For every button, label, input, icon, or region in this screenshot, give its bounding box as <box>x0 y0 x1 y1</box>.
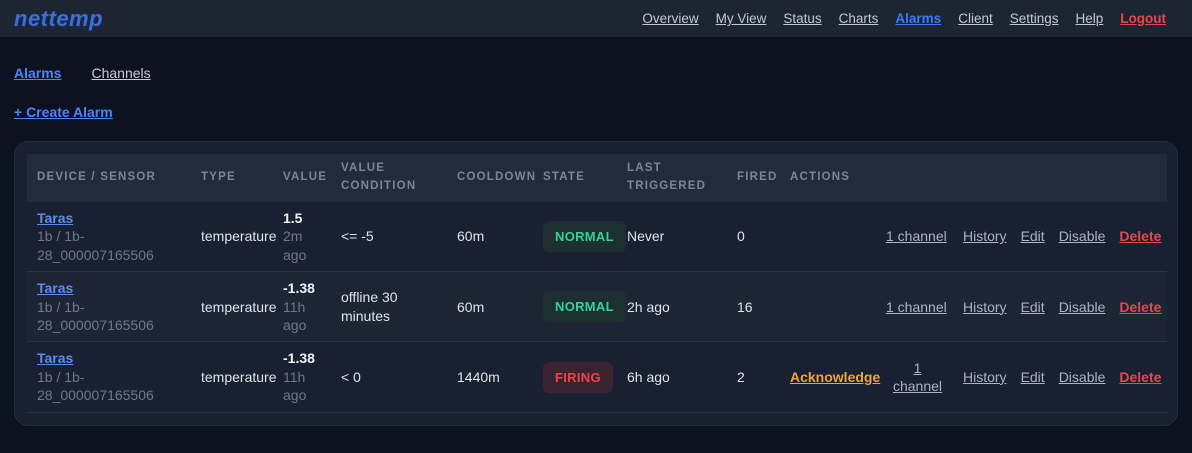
disable-link[interactable]: Disable <box>1059 227 1106 245</box>
cell-value: 1.5 2m ago <box>273 202 331 272</box>
channel-link[interactable]: 1 channel <box>886 228 947 244</box>
history-link[interactable]: History <box>963 298 1007 316</box>
status-badge: NORMAL <box>543 291 626 322</box>
sensor-value: 1.5 <box>283 209 321 227</box>
brand-logo[interactable]: nettemp <box>14 6 103 32</box>
status-badge: FIRING <box>543 362 613 393</box>
history-link[interactable]: History <box>963 227 1007 245</box>
disable-link[interactable]: Disable <box>1059 368 1106 386</box>
delete-link[interactable]: Delete <box>1119 227 1161 245</box>
col-device-sensor: DEVICE / SENSOR <box>27 154 191 202</box>
nav-alarms[interactable]: Alarms <box>895 11 941 26</box>
nav-help[interactable]: Help <box>1076 11 1104 26</box>
cell-state: FIRING <box>533 342 617 412</box>
nav-logout[interactable]: Logout <box>1120 11 1166 26</box>
cell-actions: Acknowledge 1 channel History Edit Disab… <box>780 342 1167 412</box>
cell-type: temperature <box>191 202 273 272</box>
actions-group: 1 channel History Edit Disable Delete <box>790 298 1157 316</box>
cell-cooldown: 60m <box>447 202 533 272</box>
device-link[interactable]: Taras <box>37 350 73 366</box>
cell-last-triggered: 2h ago <box>617 272 727 342</box>
edit-link[interactable]: Edit <box>1021 368 1045 386</box>
alarms-table: DEVICE / SENSOR TYPE VALUE VALUE CONDITI… <box>27 154 1167 413</box>
cell-last-triggered: 6h ago <box>617 342 727 412</box>
topbar: nettemp Overview My View Status Charts A… <box>0 0 1192 38</box>
actions-group: 1 channel History Edit Disable Delete <box>790 227 1157 245</box>
subnav-alarms[interactable]: Alarms <box>14 65 61 81</box>
col-value-condition: VALUE CONDITION <box>331 154 447 202</box>
col-state: STATE <box>533 154 617 202</box>
subnav-channels[interactable]: Channels <box>91 65 150 81</box>
actions-group: Acknowledge 1 channel History Edit Disab… <box>790 359 1157 396</box>
cell-device-sensor: Taras 1b / 1b-28_000007165506 <box>27 202 191 272</box>
col-fired: FIRED <box>727 154 780 202</box>
cell-value: -1.38 11h ago <box>273 272 331 342</box>
cell-actions: 1 channel History Edit Disable Delete <box>780 202 1167 272</box>
table-row: Taras 1b / 1b-28_000007165506 temperatur… <box>27 342 1167 412</box>
alarms-card: DEVICE / SENSOR TYPE VALUE VALUE CONDITI… <box>14 141 1178 426</box>
channel-link[interactable]: 1 channel <box>893 359 943 396</box>
table-row: Taras 1b / 1b-28_000007165506 temperatur… <box>27 272 1167 342</box>
nav-my-view[interactable]: My View <box>716 11 767 26</box>
disable-link[interactable]: Disable <box>1059 298 1106 316</box>
cell-device-sensor: Taras 1b / 1b-28_000007165506 <box>27 342 191 412</box>
page-content: Alarms Channels + Create Alarm DEVICE / … <box>0 65 1192 426</box>
cell-device-sensor: Taras 1b / 1b-28_000007165506 <box>27 272 191 342</box>
acknowledge-link[interactable]: Acknowledge <box>790 369 880 385</box>
status-badge: NORMAL <box>543 221 626 252</box>
sensor-value: -1.38 <box>283 279 321 297</box>
cell-last-triggered: Never <box>617 202 727 272</box>
edit-link[interactable]: Edit <box>1021 227 1045 245</box>
cell-condition: <= -5 <box>331 202 447 272</box>
sensor-id: 1b / 1b-28_000007165506 <box>37 298 181 335</box>
cell-cooldown: 1440m <box>447 342 533 412</box>
nav-status[interactable]: Status <box>783 11 821 26</box>
cell-state: NORMAL <box>533 272 617 342</box>
create-alarm-link[interactable]: + Create Alarm <box>14 104 113 120</box>
nav-settings[interactable]: Settings <box>1010 11 1059 26</box>
cell-fired: 0 <box>727 202 780 272</box>
value-age: 11h ago <box>283 368 321 405</box>
cell-fired: 2 <box>727 342 780 412</box>
cell-state: NORMAL <box>533 202 617 272</box>
table-header-row: DEVICE / SENSOR TYPE VALUE VALUE CONDITI… <box>27 154 1167 202</box>
cell-cooldown: 60m <box>447 272 533 342</box>
main-nav: Overview My View Status Charts Alarms Cl… <box>642 11 1166 26</box>
col-last-triggered: LAST TRIGGERED <box>617 154 727 202</box>
cell-condition: < 0 <box>331 342 447 412</box>
cell-actions: 1 channel History Edit Disable Delete <box>780 272 1167 342</box>
nav-overview[interactable]: Overview <box>642 11 698 26</box>
cell-value: -1.38 11h ago <box>273 342 331 412</box>
nav-client[interactable]: Client <box>958 11 993 26</box>
delete-link[interactable]: Delete <box>1119 298 1161 316</box>
cell-condition: offline 30 minutes <box>331 272 447 342</box>
table-row: Taras 1b / 1b-28_000007165506 temperatur… <box>27 202 1167 272</box>
col-value: VALUE <box>273 154 331 202</box>
col-cooldown: COOLDOWN <box>447 154 533 202</box>
cell-type: temperature <box>191 272 273 342</box>
device-link[interactable]: Taras <box>37 210 73 226</box>
delete-link[interactable]: Delete <box>1119 368 1161 386</box>
col-actions: ACTIONS <box>780 154 1167 202</box>
value-age: 2m ago <box>283 227 321 264</box>
nav-charts[interactable]: Charts <box>839 11 879 26</box>
history-link[interactable]: History <box>963 368 1007 386</box>
sensor-id: 1b / 1b-28_000007165506 <box>37 227 181 264</box>
subnav: Alarms Channels <box>14 65 1178 81</box>
device-link[interactable]: Taras <box>37 280 73 296</box>
value-age: 11h ago <box>283 298 321 335</box>
sensor-value: -1.38 <box>283 349 321 367</box>
sensor-id: 1b / 1b-28_000007165506 <box>37 368 181 405</box>
cell-fired: 16 <box>727 272 780 342</box>
col-type: TYPE <box>191 154 273 202</box>
channel-link[interactable]: 1 channel <box>886 299 947 315</box>
cell-type: temperature <box>191 342 273 412</box>
edit-link[interactable]: Edit <box>1021 298 1045 316</box>
